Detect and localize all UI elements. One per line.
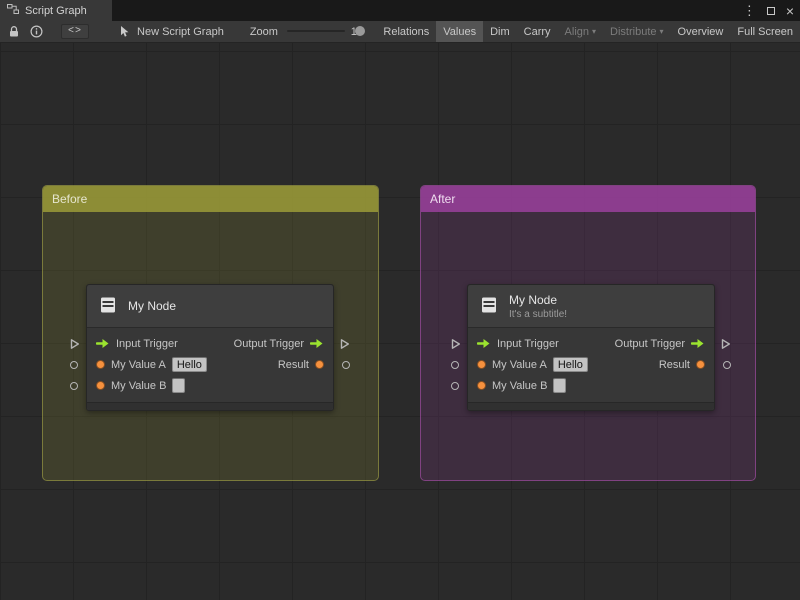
port-row-trigger: Input Trigger Output Trigger [70,333,349,354]
lock-icon[interactable] [8,25,20,38]
circle-port-icon [451,381,459,390]
trigger-out-port-icon[interactable] [691,338,705,349]
value-b-field[interactable] [172,378,186,393]
unit-box-icon [478,294,500,319]
value-b-external-port[interactable] [70,381,78,390]
chevron-down-icon: ▾ [659,27,664,36]
toolbar-button-overview[interactable]: Overview [671,21,731,42]
port-label: Output Trigger [233,337,304,350]
result-port-icon[interactable] [315,360,324,369]
zoom-slider[interactable] [286,21,365,42]
circle-port-icon [70,381,78,390]
value-b-external-port[interactable] [451,381,459,390]
result-external-port[interactable] [723,360,731,369]
node-footer [87,402,333,410]
port-label: Result [277,358,309,371]
output-trigger-external-port[interactable] [340,338,350,350]
tab-title: Script Graph [25,4,87,17]
node-title: My Node [509,292,558,307]
window-tab-bar: Script Graph ⋮ × [0,0,800,21]
value-a-field[interactable]: Hello [552,357,588,372]
node-header[interactable]: My Node It's a subtitle! [468,285,714,328]
value-a-external-port[interactable] [70,360,78,369]
port-label: My Value A [492,358,547,371]
circle-port-icon [723,360,731,369]
distribute-label: Distribute [610,25,657,38]
port-row-value-a: My Value A Hello Result [451,354,731,375]
port-label: Input Trigger [116,337,178,350]
window-maximize-icon[interactable] [766,6,775,15]
info-icon[interactable] [30,25,43,38]
port-label: My Value A [111,358,166,371]
input-trigger-external-port[interactable] [70,338,80,350]
toolbar-button-carry[interactable]: Carry [517,21,558,42]
port-label: My Value B [111,379,167,392]
result-port-icon[interactable] [696,360,705,369]
node-footer [468,402,714,410]
port-row-value-b: My Value B [451,375,714,396]
zoom-label: Zoom [249,25,278,38]
port-label: My Value B [492,379,548,392]
node-my-node-before[interactable]: My Node Input Trigger Output Trigger My … [70,284,350,411]
node-ports: Input Trigger Output Trigger My Value A [70,328,350,402]
window-close-icon[interactable]: × [786,4,794,18]
group-header[interactable]: After [421,186,755,212]
trigger-in-port-icon[interactable] [477,338,491,349]
toolbar-button-fullscreen[interactable]: Full Screen [730,21,800,42]
maximize-box-icon [766,6,775,15]
graph-pointer-icon [119,25,131,38]
window-controls: ⋮ × [743,0,794,21]
output-trigger-external-port[interactable] [721,338,731,350]
group-title: Before [52,192,88,206]
circle-port-icon [451,360,459,369]
node-header[interactable]: My Node [87,285,333,328]
value-in-port-icon[interactable] [477,381,486,390]
value-b-field[interactable] [553,378,567,393]
port-label: Result [658,358,690,371]
value-in-port-icon[interactable] [96,381,105,390]
group-header[interactable]: Before [43,186,378,212]
port-row-value-b: My Value B [70,375,333,396]
circle-port-icon [70,360,78,369]
port-row-value-a: My Value A Hello Result [70,354,350,375]
zoom-slider-thumb[interactable] [354,26,365,36]
node-subtitle: It's a subtitle! [509,308,568,320]
node-ports: Input Trigger Output Trigger My Value A [451,328,731,402]
port-label: Input Trigger [497,337,559,350]
code-icon-button[interactable]: <> [61,24,90,39]
node-my-node-after[interactable]: My Node It's a subtitle! Input Trigger O… [451,284,731,411]
circle-port-icon [342,360,350,369]
node-title: My Node [128,299,177,313]
group-title: After [430,192,456,206]
toolbar-button-values[interactable]: Values [436,21,484,42]
toolbar-button-align[interactable]: Align ▾ [558,21,603,42]
tab-script-graph[interactable]: Script Graph [0,0,112,21]
zoom-slider-track [286,30,345,32]
graph-name-label: New Script Graph [137,25,224,38]
toolbar: <> New Script Graph Zoom 1x Relations Va… [0,21,800,43]
result-external-port[interactable] [342,360,350,369]
window-menu-icon[interactable]: ⋮ [743,3,756,19]
value-in-port-icon[interactable] [477,360,486,369]
chevron-down-icon: ▾ [592,27,597,36]
port-label: Output Trigger [614,337,685,350]
align-label: Align [564,25,590,38]
value-in-port-icon[interactable] [96,360,105,369]
toolbar-button-relations[interactable]: Relations [376,21,436,42]
script-graph-icon [7,3,19,18]
input-trigger-external-port[interactable] [451,338,461,350]
value-a-field[interactable]: Hello [171,357,207,372]
toolbar-button-dim[interactable]: Dim [483,21,517,42]
value-a-external-port[interactable] [451,360,459,369]
script-graph-window: Script Graph ⋮ × <> New Script Graph Zoo… [0,0,800,600]
toolbar-button-group: Relations Values Dim Carry Align ▾ Distr… [376,21,800,42]
toolbar-button-distribute[interactable]: Distribute ▾ [603,21,670,42]
unit-box-icon [97,294,119,319]
trigger-in-port-icon[interactable] [96,338,110,349]
trigger-out-port-icon[interactable] [310,338,324,349]
port-row-trigger: Input Trigger Output Trigger [451,333,730,354]
